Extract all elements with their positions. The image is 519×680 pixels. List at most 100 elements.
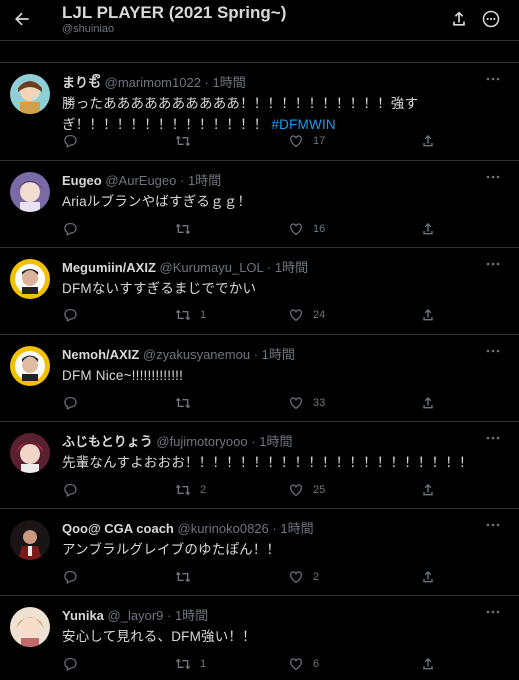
reply-button[interactable] (62, 132, 87, 150)
avatar[interactable] (10, 172, 50, 212)
more-icon[interactable] (485, 609, 501, 615)
retweet-icon (175, 397, 191, 409)
tweet[interactable]: Yunika @_layor9 · 1時間 安心して見れる、DFM強い！！ 1 … (0, 595, 519, 680)
retweet-button[interactable] (175, 568, 200, 586)
display-name[interactable]: Megumiin/AXIZ (62, 260, 156, 275)
reply-button[interactable] (62, 306, 87, 324)
timestamp[interactable]: 1時間 (280, 521, 313, 536)
username[interactable]: @marimom1022 (105, 75, 201, 90)
avatar[interactable] (10, 433, 50, 473)
display-name[interactable]: Eugeo (62, 173, 102, 188)
username[interactable]: @kurinoko0826 (178, 521, 269, 536)
more-icon[interactable] (485, 522, 501, 528)
reply-icon (64, 223, 77, 237)
like-button[interactable]: 33 (288, 394, 325, 412)
hashtag-link[interactable]: #DFMWIN (271, 117, 335, 132)
reply-icon (64, 484, 77, 498)
avatar[interactable] (10, 520, 50, 560)
back-arrow-icon[interactable] (12, 9, 32, 29)
share-button[interactable] (420, 568, 436, 586)
username[interactable]: @zyakusyanemou (143, 347, 250, 362)
more-icon[interactable] (485, 76, 501, 82)
tweet-meta: Nemoh/AXIZ @zyakusyanemou · 1時間 (62, 344, 295, 363)
username[interactable]: @AurEugeo (105, 173, 176, 188)
tweet[interactable]: まりもຶ @marimom1022 · 1時間 勝ったああああああああああ！！！… (0, 62, 519, 161)
top-header: LJL PLAYER (2021 Spring~) @shuiniao (0, 0, 519, 41)
like-button[interactable]: 24 (288, 306, 325, 324)
avatar[interactable] (10, 607, 50, 647)
share-icon (423, 484, 433, 496)
tweet[interactable]: Eugeo @AurEugeo · 1時間 Ariaルブランやばすぎるｇｇ！ 1… (0, 160, 519, 248)
more-icon[interactable] (485, 435, 501, 441)
timestamp[interactable]: 1時間 (262, 347, 295, 362)
timestamp[interactable]: 1時間 (275, 260, 308, 275)
like-button[interactable]: 2 (288, 568, 319, 586)
username[interactable]: @fujimotoryooo (156, 434, 247, 449)
display-name[interactable]: Nemoh/AXIZ (62, 347, 139, 362)
tweet-text: 勝ったああああああああああ！！！！！！！！！！！強すぎ！！！！！！！！！！！！！… (62, 96, 419, 132)
reply-icon (64, 309, 77, 323)
share-button[interactable] (420, 220, 436, 238)
display-name[interactable]: Qoo@ CGA coach (62, 521, 174, 536)
tweet[interactable]: Nemoh/AXIZ @zyakusyanemou · 1時間 DFM Nice… (0, 334, 519, 422)
retweet-button[interactable] (175, 132, 200, 150)
like-icon (290, 658, 302, 671)
display-name[interactable]: Yunika (62, 608, 104, 623)
tweet-meta: Qoo@ CGA coach @kurinoko0826 · 1時間 (62, 518, 314, 537)
timestamp[interactable]: 1時間 (213, 75, 246, 90)
tweet-text: DFM Nice~!!!!!!!!!!!!! (62, 368, 184, 383)
reply-icon (64, 135, 77, 149)
like-button[interactable]: 6 (288, 655, 319, 673)
share-icon (423, 397, 433, 409)
list-owner-handle[interactable]: @shuiniao (62, 23, 114, 35)
list-title: LJL PLAYER (2021 Spring~) (62, 3, 287, 22)
share-button[interactable] (420, 481, 436, 499)
share-button[interactable] (420, 306, 436, 324)
share-icon (423, 309, 433, 321)
retweet-button[interactable] (175, 220, 200, 238)
separator-dot: · (167, 608, 172, 623)
share-icon[interactable] (449, 9, 469, 29)
retweet-button[interactable]: 2 (175, 481, 206, 499)
reply-button[interactable] (62, 220, 87, 238)
more-options-icon[interactable] (481, 9, 501, 29)
tweet[interactable]: ふじもとりょう @fujimotoryooo · 1時間 先輩なんすよおおお！！… (0, 421, 519, 509)
reply-button[interactable] (62, 394, 87, 412)
more-icon[interactable] (485, 348, 501, 354)
avatar[interactable] (10, 346, 50, 386)
share-icon (423, 223, 433, 235)
retweet-icon (175, 223, 191, 235)
display-name[interactable]: まりもຶ (62, 75, 101, 90)
tweet[interactable]: Megumiin/AXIZ @Kurumayu_LOL · 1時間 DFMないす… (0, 247, 519, 335)
avatar[interactable] (10, 74, 50, 114)
share-button[interactable] (420, 394, 436, 412)
username[interactable]: @_layor9 (108, 608, 164, 623)
retweet-button[interactable]: 1 (175, 655, 206, 673)
separator-dot: · (272, 521, 277, 536)
like-button[interactable]: 17 (288, 132, 325, 150)
tweet-meta: Yunika @_layor9 · 1時間 (62, 605, 208, 624)
username[interactable]: @Kurumayu_LOL (160, 260, 264, 275)
like-icon (290, 223, 302, 236)
timestamp[interactable]: 1時間 (175, 608, 208, 623)
share-icon (423, 135, 433, 147)
retweet-icon (175, 135, 191, 147)
retweet-button[interactable] (175, 394, 200, 412)
timestamp[interactable]: 1時間 (188, 173, 221, 188)
avatar[interactable] (10, 259, 50, 299)
display-name[interactable]: ふじもとりょう (62, 434, 153, 449)
tweet[interactable]: Qoo@ CGA coach @kurinoko0826 · 1時間 アンブラル… (0, 508, 519, 596)
reply-button[interactable] (62, 568, 87, 586)
tweet-actions: 1 6 (62, 655, 452, 673)
like-button[interactable]: 25 (288, 481, 325, 499)
retweet-button[interactable]: 1 (175, 306, 206, 324)
tweet-meta: Eugeo @AurEugeo · 1時間 (62, 170, 221, 189)
reply-button[interactable] (62, 481, 87, 499)
more-icon[interactable] (485, 174, 501, 180)
share-button[interactable] (420, 132, 436, 150)
more-icon[interactable] (485, 261, 501, 267)
share-button[interactable] (420, 655, 436, 673)
like-button[interactable]: 16 (288, 220, 325, 238)
reply-button[interactable] (62, 655, 87, 673)
timestamp[interactable]: 1時間 (259, 434, 292, 449)
